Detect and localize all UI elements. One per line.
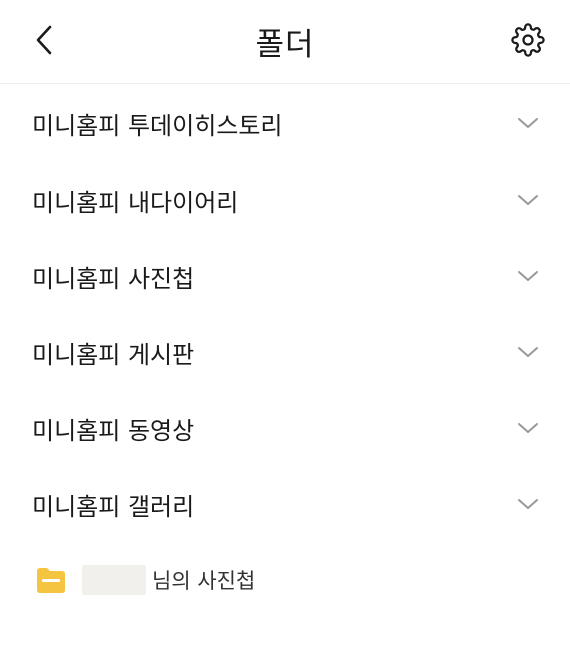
folder-item-photo-album[interactable]: 미니홈피 사진첩	[0, 238, 570, 314]
folder-item-diary[interactable]: 미니홈피 내다이어리	[0, 162, 570, 238]
chevron-down-icon	[516, 340, 540, 364]
folder-label: 미니홈피 투데이히스토리	[32, 111, 283, 140]
folder-list: 미니홈피 투데이히스토리 미니홈피 내다이어리 미니홈피 사진첩 미니홈피 게시…	[0, 84, 570, 542]
chevron-down-icon	[516, 492, 540, 516]
folder-label: 미니홈피 사진첩	[32, 264, 195, 293]
chevron-down-icon	[516, 416, 540, 440]
folder-item-video[interactable]: 미니홈피 동영상	[0, 390, 570, 466]
folder-icon	[34, 565, 68, 595]
folder-item-board[interactable]: 미니홈피 게시판	[0, 314, 570, 390]
chevron-down-icon	[516, 264, 540, 288]
gear-icon	[511, 23, 545, 57]
chevron-down-icon	[516, 111, 540, 135]
folder-label: 미니홈피 동영상	[32, 416, 195, 445]
folder-label: 미니홈피 게시판	[32, 340, 195, 369]
settings-button[interactable]	[508, 20, 548, 60]
header: 폴더	[0, 0, 570, 84]
folder-item-today-history[interactable]: 미니홈피 투데이히스토리	[0, 84, 570, 162]
folder-item-gallery[interactable]: 미니홈피 갤러리	[0, 466, 570, 542]
photo-album-label: 님의 사진첩	[152, 569, 256, 593]
folder-label: 미니홈피 내다이어리	[32, 188, 239, 217]
page-title: 폴더	[255, 26, 315, 63]
user-name-placeholder	[82, 565, 146, 595]
chevron-left-icon	[36, 25, 52, 55]
back-button[interactable]	[24, 20, 64, 60]
folder-label: 미니홈피 갤러리	[32, 492, 195, 521]
user-photo-album-row[interactable]: 님의 사진첩	[0, 542, 570, 618]
chevron-down-icon	[516, 188, 540, 212]
